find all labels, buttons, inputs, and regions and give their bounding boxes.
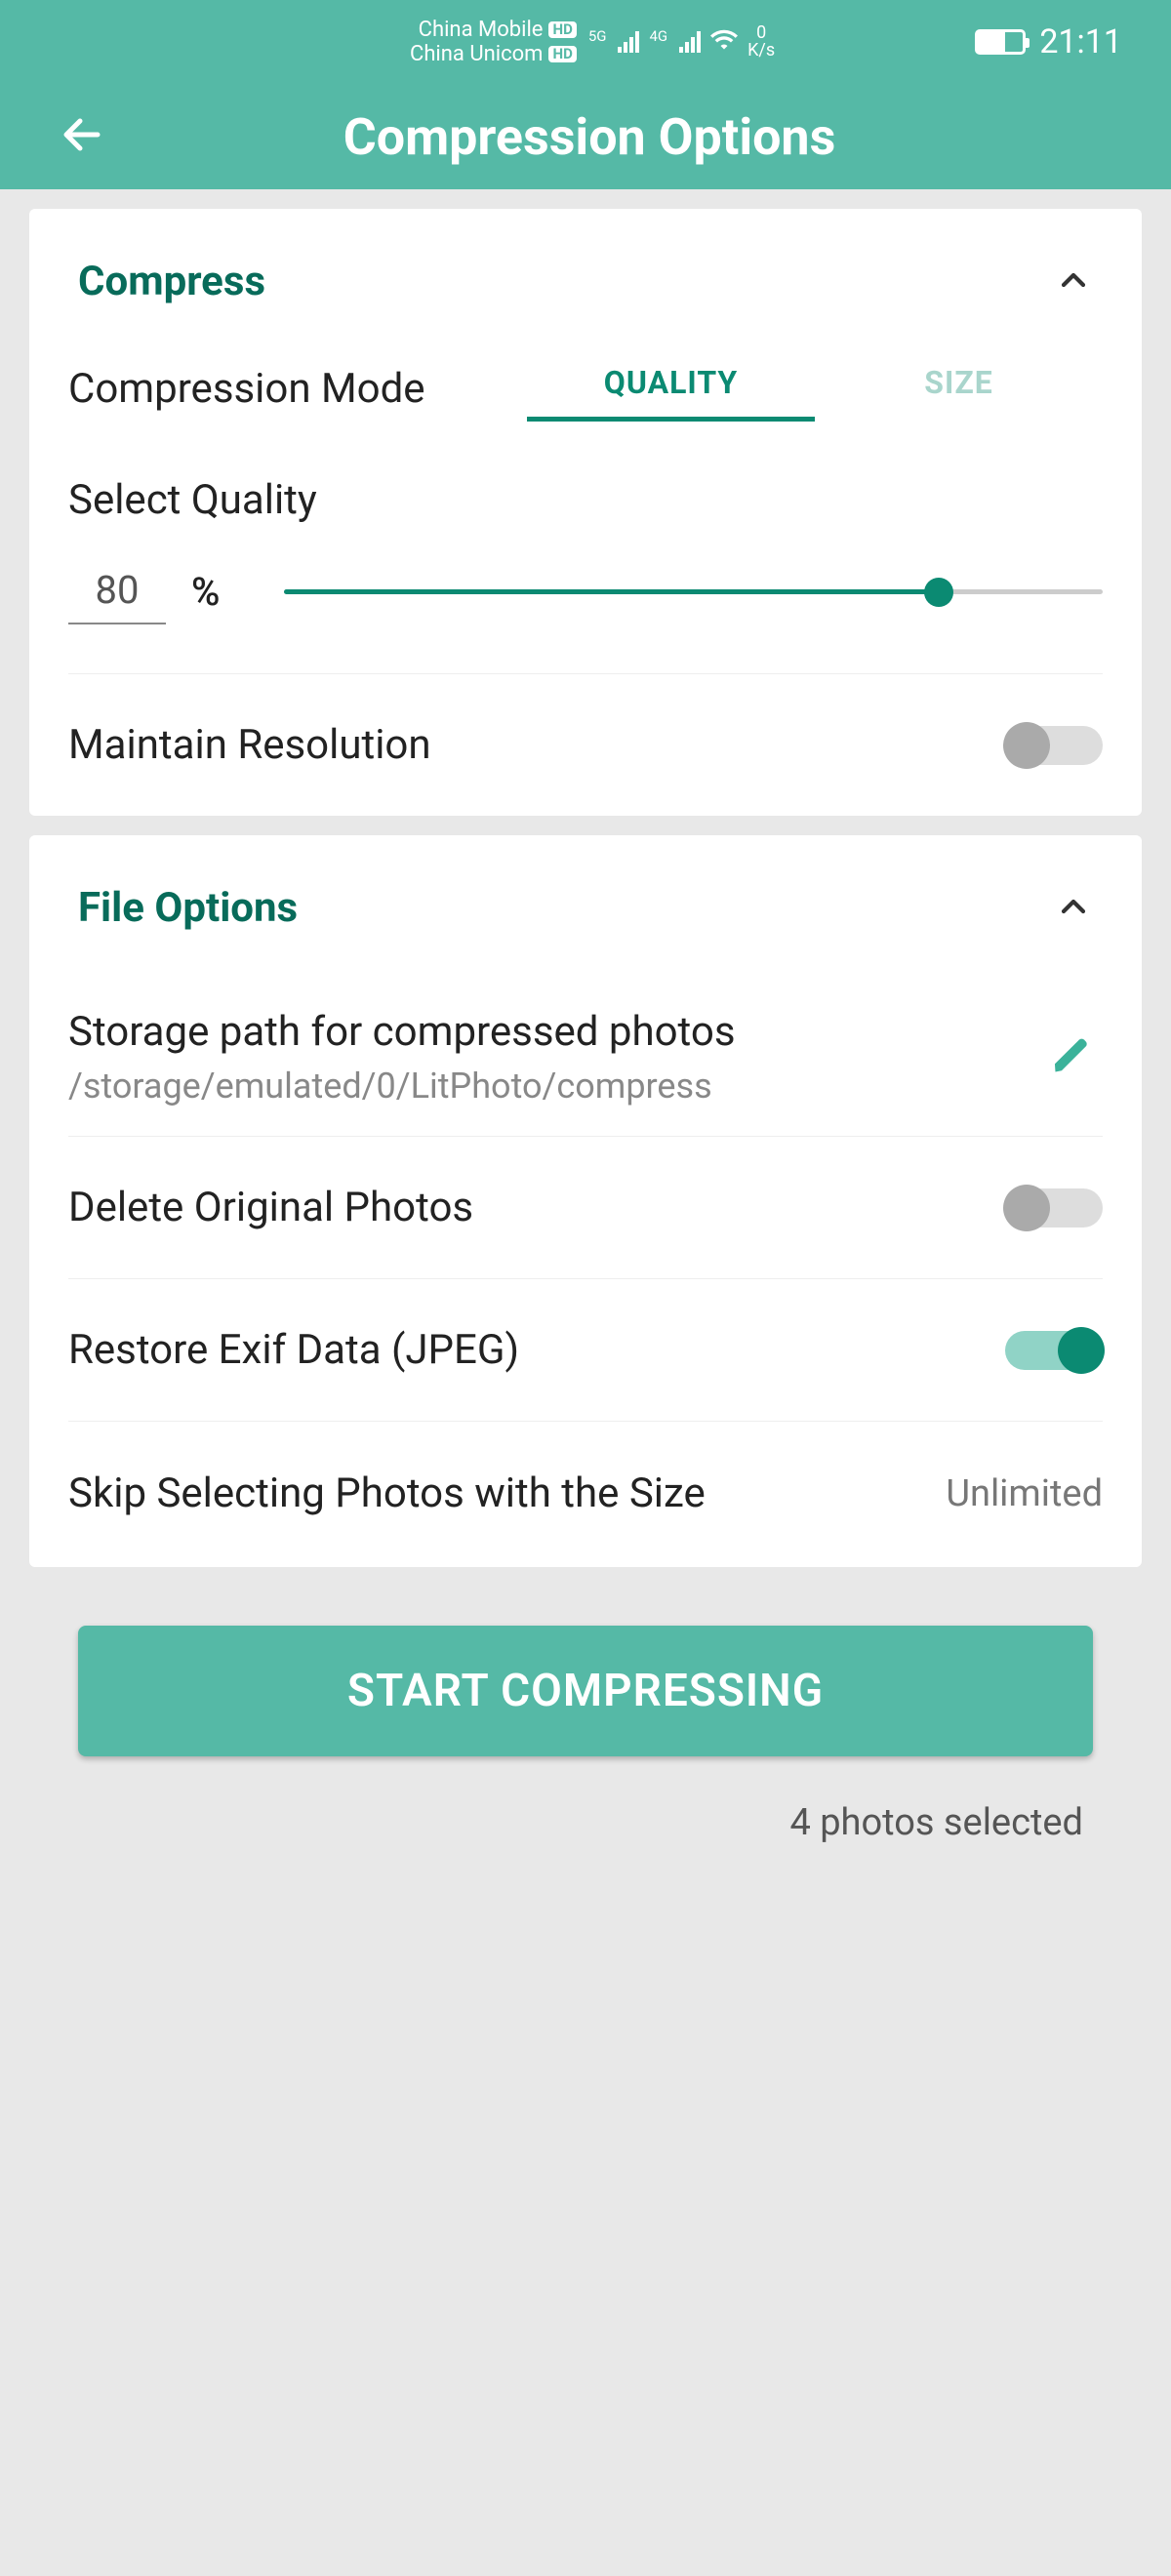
hd-badge-2: HD: [548, 46, 576, 62]
compress-section-header[interactable]: Compress: [29, 209, 1142, 344]
file-options-card: File Options Storage path for compressed…: [29, 835, 1142, 1567]
status-right: 21:11: [975, 22, 1122, 61]
net-speed: 0 K/s: [747, 24, 775, 60]
restore-exif-toggle[interactable]: [1005, 1331, 1103, 1370]
carrier-info: China MobileHD China Unicom HD: [410, 18, 577, 67]
clock: 21:11: [1039, 22, 1122, 61]
battery-icon: [975, 29, 1026, 55]
slider-thumb[interactable]: [924, 578, 953, 607]
wifi-icon: [710, 27, 738, 57]
status-bar: China MobileHD China Unicom HD 5G 4G 0 K/…: [0, 0, 1171, 84]
mode-tabs: QUALITY SIZE: [527, 356, 1103, 422]
selected-count: 4 photos selected: [29, 1801, 1083, 1844]
compress-card: Compress Compression Mode QUALITY SIZE S…: [29, 209, 1142, 816]
app-bar: Compression Options: [0, 84, 1171, 189]
percent-label: %: [191, 569, 220, 615]
hd-badge-1: HD: [548, 21, 576, 38]
quality-slider[interactable]: [284, 573, 1103, 612]
compress-section-title: Compress: [78, 258, 265, 305]
storage-path-value: /storage/emulated/0/LitPhoto/compress: [68, 1066, 1021, 1107]
select-quality-label: Select Quality: [68, 476, 1103, 524]
start-compressing-button[interactable]: START COMPRESSING: [78, 1626, 1093, 1756]
net-2-label: 4G: [649, 27, 667, 45]
carrier-2: China Unicom: [410, 42, 543, 66]
quality-input[interactable]: [68, 559, 166, 624]
file-options-section-title: File Options: [78, 884, 298, 932]
carrier-1: China Mobile: [419, 18, 544, 42]
chevron-up-icon: [1054, 887, 1093, 930]
compression-mode-row: Compression Mode QUALITY SIZE: [68, 344, 1103, 422]
signal-1-icon: [618, 31, 639, 53]
maintain-resolution-row: Maintain Resolution: [68, 674, 1103, 816]
delete-original-toggle[interactable]: [1005, 1188, 1103, 1228]
skip-size-label: Skip Selecting Photos with the Size: [68, 1469, 706, 1520]
edit-path-button[interactable]: [1040, 1025, 1103, 1091]
delete-original-row: Delete Original Photos: [68, 1137, 1103, 1279]
skip-size-value: Unlimited: [946, 1472, 1103, 1515]
storage-path-row[interactable]: Storage path for compressed photos /stor…: [68, 971, 1103, 1137]
delete-original-label: Delete Original Photos: [68, 1184, 473, 1231]
compression-mode-label: Compression Mode: [68, 365, 527, 413]
tab-quality[interactable]: QUALITY: [527, 356, 815, 422]
tab-size[interactable]: SIZE: [815, 356, 1103, 422]
signal-2-icon: [679, 31, 701, 53]
restore-exif-label: Restore Exif Data (JPEG): [68, 1326, 519, 1374]
restore-exif-row: Restore Exif Data (JPEG): [68, 1279, 1103, 1422]
maintain-resolution-label: Maintain Resolution: [68, 721, 431, 769]
network-icons: 5G 4G 0 K/s: [588, 24, 775, 60]
page-title: Compression Options: [66, 107, 1112, 167]
storage-path-title: Storage path for compressed photos: [68, 1008, 1021, 1056]
net-1-label: 5G: [588, 27, 607, 45]
quality-control-row: %: [68, 559, 1103, 674]
maintain-resolution-toggle[interactable]: [1005, 726, 1103, 765]
chevron-up-icon: [1054, 261, 1093, 303]
file-options-section-header[interactable]: File Options: [29, 835, 1142, 971]
skip-size-row[interactable]: Skip Selecting Photos with the Size Unli…: [68, 1422, 1103, 1567]
